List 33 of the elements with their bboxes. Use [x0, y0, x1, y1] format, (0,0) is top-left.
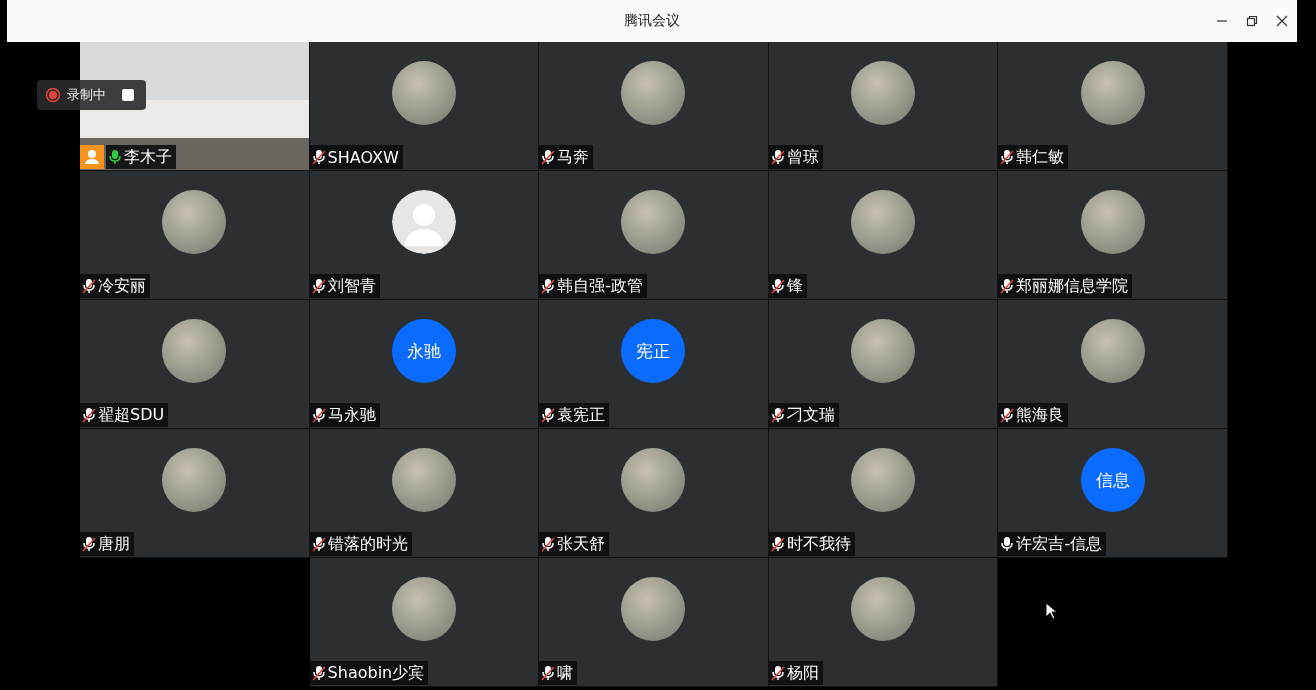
participant-name: 郑丽娜信息学院 [1016, 275, 1129, 297]
window-title: 腾讯会议 [624, 12, 680, 30]
participant-name: 错落的时光 [327, 533, 408, 555]
participant-name: 刘智青 [327, 275, 376, 297]
participant-name: 袁宪正 [557, 404, 606, 426]
participant-name: 马奔 [557, 146, 590, 168]
participant-name: Shaobin少宾 [327, 662, 425, 684]
participant-name: 啸 [557, 662, 574, 684]
participant-name: SHAOXW [327, 147, 399, 167]
restore-icon [1246, 15, 1258, 27]
recording-label: 录制中 [67, 86, 106, 104]
participant-name: 韩仁敏 [1016, 146, 1065, 168]
participant-name: 唐朋 [98, 533, 130, 555]
participant-name: 马永驰 [327, 404, 376, 426]
record-icon [45, 87, 61, 103]
participant-name: 曾琼 [786, 146, 819, 168]
mouse-pointer-icon [1045, 602, 1057, 620]
participant-name: 刁文瑞 [786, 404, 835, 426]
avatar-initials: 永驰 [391, 319, 456, 383]
participant-name: 张天舒 [557, 533, 606, 555]
avatar-initials: 宪正 [621, 319, 686, 383]
participant-name: 熊海良 [1016, 404, 1065, 426]
participant-name: 杨阳 [786, 662, 819, 684]
participant-name: 李木子 [124, 146, 172, 168]
close-icon [1276, 15, 1288, 27]
participant-name: 翟超SDU [98, 404, 165, 426]
avatar-initials: 信息 [1080, 448, 1145, 512]
participant-name: 锋 [786, 275, 803, 297]
participant-name: 许宏吉-信息 [1016, 533, 1103, 555]
participant-name: 时不我待 [786, 533, 851, 555]
participant-name: 韩自强-政管 [557, 275, 643, 297]
participant-name: 冷安丽 [98, 275, 146, 297]
avatar-silhouette-icon [391, 190, 456, 254]
